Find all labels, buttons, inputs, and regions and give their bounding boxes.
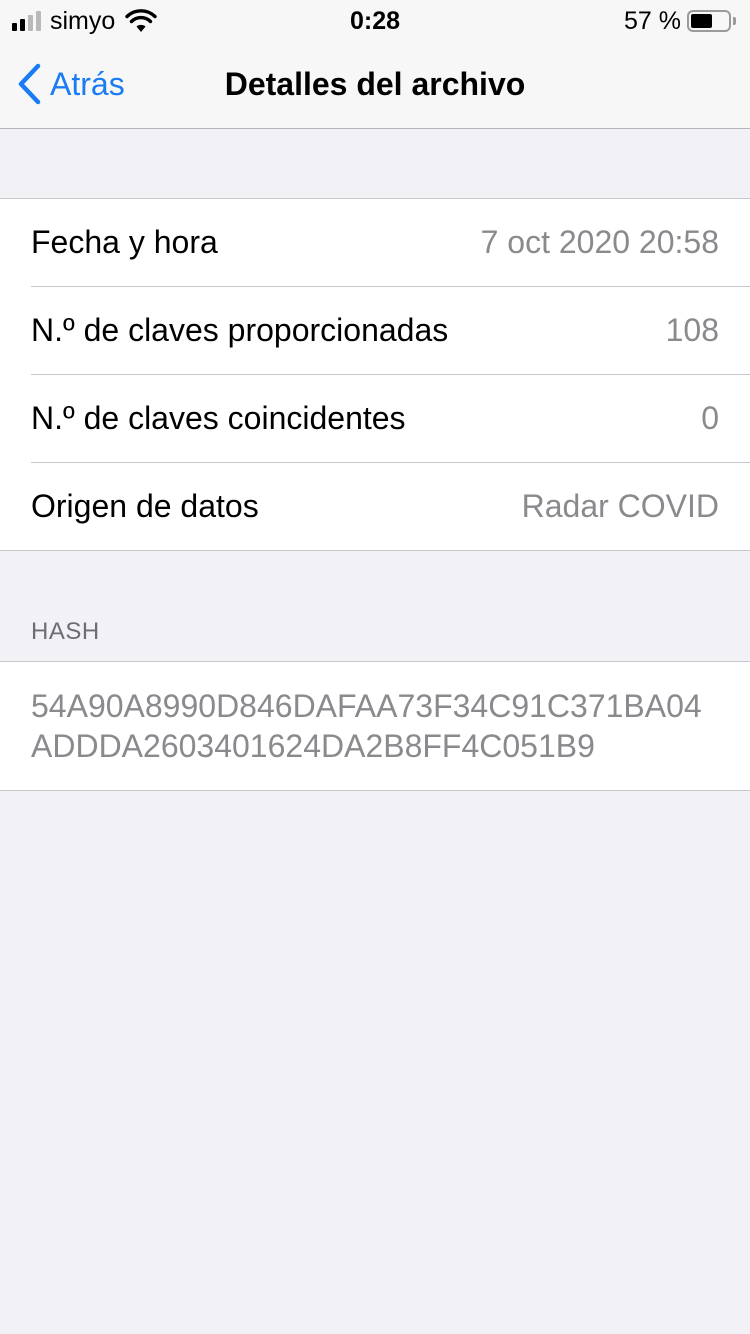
navigation-bar: Atrás Detalles del archivo xyxy=(0,40,750,129)
detail-label: N.º de claves proporcionadas xyxy=(31,312,449,348)
detail-label: Origen de datos xyxy=(31,488,259,524)
page-title: Detalles del archivo xyxy=(224,66,526,102)
status-bar: simyo 0:28 57 % xyxy=(0,0,750,40)
hash-section-header: HASH xyxy=(31,618,100,645)
file-details-list: Fecha y hora 7 oct 2020 20:58 N.º de cla… xyxy=(0,198,750,551)
battery-tip xyxy=(733,17,736,25)
detail-value: Radar COVID xyxy=(521,488,719,524)
detail-value: 108 xyxy=(665,312,719,348)
detail-label: Fecha y hora xyxy=(31,224,218,260)
detail-row-keys-provided: N.º de claves proporcionadas 108 xyxy=(0,286,750,374)
detail-value: 0 xyxy=(701,400,719,436)
battery-icon xyxy=(687,10,731,32)
status-right: 57 % xyxy=(624,8,736,34)
detail-row-keys-matched: N.º de claves coincidentes 0 xyxy=(0,374,750,462)
detail-row-data-source: Origen de datos Radar COVID xyxy=(0,462,750,550)
hash-value[interactable]: 54A90A8990D846DAFAA73F34C91C371BA04ADDDA… xyxy=(31,686,721,766)
hash-section: 54A90A8990D846DAFAA73F34C91C371BA04ADDDA… xyxy=(0,661,750,791)
battery-percent: 57 % xyxy=(624,7,681,35)
detail-value: 7 oct 2020 20:58 xyxy=(480,224,719,260)
detail-row-date-time: Fecha y hora 7 oct 2020 20:58 xyxy=(0,199,750,286)
detail-label: N.º de claves coincidentes xyxy=(31,400,406,436)
battery-level-fill xyxy=(691,14,712,28)
